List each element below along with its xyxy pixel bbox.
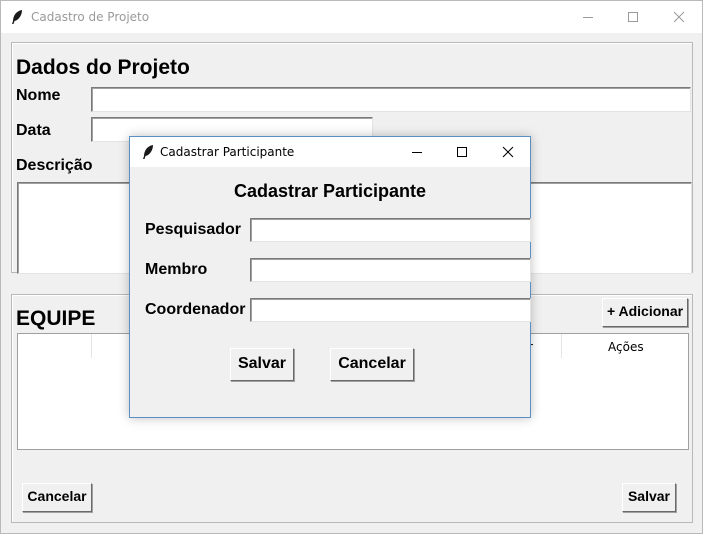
close-button[interactable] xyxy=(656,1,702,33)
dialog-save-button[interactable]: Salvar xyxy=(230,348,294,381)
minimize-button[interactable] xyxy=(565,1,611,33)
membro-label: Membro xyxy=(145,261,208,278)
column-separator xyxy=(561,334,562,358)
save-button[interactable]: Salvar xyxy=(622,483,676,512)
dialog-titlebar[interactable]: Cadastrar Participante xyxy=(130,137,530,167)
pesquisador-label: Pesquisador xyxy=(145,221,242,238)
close-icon xyxy=(502,146,514,158)
maximize-icon xyxy=(628,12,638,22)
cancel-button[interactable]: Cancelar xyxy=(22,483,92,512)
nome-input[interactable] xyxy=(91,87,691,112)
minimize-icon xyxy=(412,152,422,153)
dialog-title: Cadastrar Participante xyxy=(160,145,295,159)
close-icon xyxy=(673,11,685,23)
dialog-heading: Cadastrar Participante xyxy=(233,181,427,201)
minimize-icon xyxy=(583,17,593,18)
nome-label: Nome xyxy=(16,87,61,104)
feather-icon xyxy=(141,144,155,160)
dialog-minimize-button[interactable] xyxy=(394,137,440,167)
membro-input[interactable] xyxy=(250,258,531,282)
maximize-button[interactable] xyxy=(610,1,656,33)
column-header-acoes[interactable]: Ações xyxy=(608,340,644,354)
feather-icon xyxy=(10,9,24,25)
dialog-cancel-button[interactable]: Cancelar xyxy=(330,348,414,381)
participant-dialog: Cadastrar Participante Cadastrar Partici… xyxy=(129,136,531,418)
data-label: Data xyxy=(16,122,51,139)
column-separator xyxy=(91,334,92,358)
team-heading: EQUIPE xyxy=(16,307,96,330)
maximize-icon xyxy=(457,147,467,157)
dialog-maximize-button[interactable] xyxy=(439,137,485,167)
dialog-close-button[interactable] xyxy=(485,137,531,167)
main-window-title: Cadastro de Projeto xyxy=(31,10,150,24)
main-titlebar[interactable]: Cadastro de Projeto xyxy=(1,1,702,33)
coordenador-input[interactable] xyxy=(250,298,531,322)
add-participant-button[interactable]: + Adicionar xyxy=(602,298,688,327)
descricao-label: Descrição xyxy=(16,157,93,174)
project-heading: Dados do Projeto xyxy=(16,56,190,79)
coordenador-label: Coordenador xyxy=(145,301,246,318)
pesquisador-input[interactable] xyxy=(250,218,531,242)
